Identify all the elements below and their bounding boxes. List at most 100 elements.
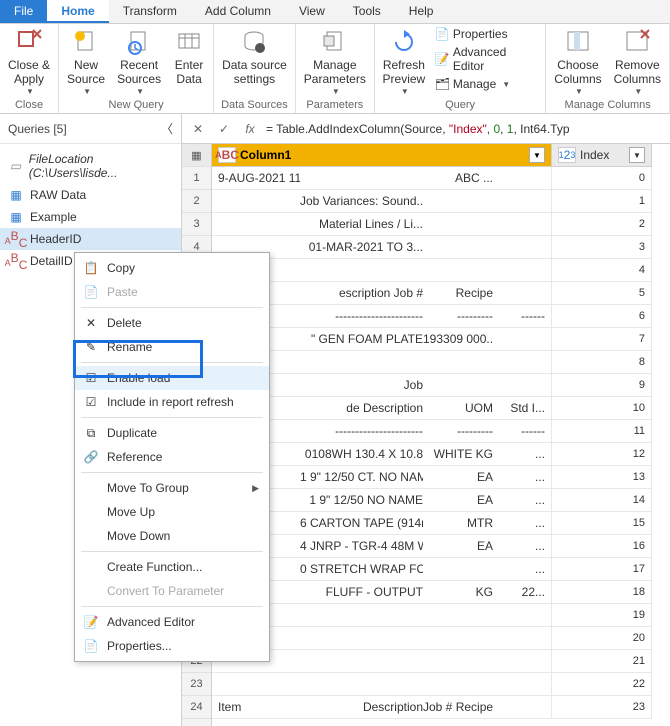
tab-file[interactable]: File (0, 0, 47, 23)
cell-index[interactable]: 4 (552, 259, 652, 282)
cell-index[interactable]: 6 (552, 305, 652, 328)
cell-column1[interactable]: ItemDescriptionJob # Recipe (212, 696, 552, 719)
cell-index[interactable]: 12 (552, 443, 652, 466)
tab-help[interactable]: Help (395, 0, 448, 23)
table-row[interactable]: 4 JNRP - TGR-4 48M WHITEEA...16 (212, 535, 670, 558)
ctx-move-down[interactable]: Move Down (75, 524, 269, 548)
accept-formula-button[interactable]: ✓ (214, 119, 234, 139)
cell-index[interactable]: 13 (552, 466, 652, 489)
fx-button[interactable]: fx (240, 119, 260, 139)
remove-columns-button[interactable]: Remove Columns▼ (610, 26, 665, 98)
row-number[interactable]: 2 (182, 190, 211, 213)
tab-transform[interactable]: Transform (109, 0, 191, 23)
column-header-column1[interactable]: ABC Column1 ▼ (212, 144, 552, 167)
ctx-include-refresh[interactable]: ☑Include in report refresh (75, 390, 269, 414)
properties-button[interactable]: 📄Properties (433, 26, 541, 42)
table-row[interactable]: ItemDescriptionJob # Recipe23 (212, 696, 670, 719)
table-row[interactable]: 0 STRETCH WRAP FOR AUTOMATI...17 (212, 558, 670, 581)
table-row[interactable]: escription Job #Recipe5 (212, 282, 670, 305)
cell-column1[interactable] (212, 673, 552, 696)
ctx-enable-load[interactable]: ☑Enable load (75, 366, 269, 390)
table-row[interactable]: Job Variances: Sound...1 (212, 190, 670, 213)
ctx-create-function[interactable]: Create Function... (75, 555, 269, 579)
query-item-1[interactable]: ▦RAW Data (0, 184, 181, 206)
tab-view[interactable]: View (285, 0, 339, 23)
new-source-button[interactable]: New Source▼ (63, 26, 109, 98)
collapse-icon[interactable]: 〈 (161, 120, 173, 137)
query-item-3[interactable]: ABCHeaderID (0, 228, 181, 250)
cell-index[interactable]: 18 (552, 581, 652, 604)
ctx-reference[interactable]: 🔗Reference (75, 445, 269, 469)
cell-index[interactable]: 0 (552, 167, 652, 190)
cell-index[interactable]: 20 (552, 627, 652, 650)
table-row[interactable]: 4 (212, 259, 670, 282)
formula-input[interactable]: = Table.AddIndexColumn(Source, "Index", … (266, 122, 664, 136)
cell-index[interactable]: 11 (552, 420, 652, 443)
enter-data-button[interactable]: Enter Data (169, 26, 209, 89)
cell-index[interactable]: 8 (552, 351, 652, 374)
data-source-settings-button[interactable]: Data source settings (218, 26, 291, 89)
ctx-move-up[interactable]: Move Up (75, 500, 269, 524)
advanced-editor-button[interactable]: 📝Advanced Editor (433, 44, 541, 74)
column-header-index[interactable]: 123 Index ▼ (552, 144, 652, 167)
refresh-preview-button[interactable]: Refresh Preview▼ (379, 26, 429, 98)
cell-index[interactable]: 10 (552, 397, 652, 420)
table-row[interactable]: de DescriptionUOMStd I...10 (212, 397, 670, 420)
table-row[interactable]: 01-MAR-2021 TO 3...3 (212, 236, 670, 259)
row-number[interactable]: 23 (182, 673, 211, 696)
ctx-rename[interactable]: ✎Rename (75, 335, 269, 359)
tab-home[interactable]: Home (47, 0, 108, 23)
cell-index[interactable]: 14 (552, 489, 652, 512)
ctx-delete[interactable]: ✕Delete (75, 311, 269, 335)
cell-index[interactable]: 16 (552, 535, 652, 558)
table-row[interactable]: 1 9" 12/50 CT. NO NAMEEA...13 (212, 466, 670, 489)
table-row[interactable]: FLUFF - OUTPUTKG22...18 (212, 581, 670, 604)
table-row[interactable]: Job9 (212, 374, 670, 397)
query-item-2[interactable]: ▦Example (0, 206, 181, 228)
filter-dropdown-icon[interactable]: ▼ (529, 147, 545, 163)
cell-index[interactable]: 21 (552, 650, 652, 673)
cell-index[interactable]: 17 (552, 558, 652, 581)
choose-columns-button[interactable]: Choose Columns▼ (550, 26, 605, 98)
cell-column1[interactable]: Material Lines / Li... (212, 213, 552, 236)
table-row[interactable]: 20 (212, 627, 670, 650)
ctx-copy[interactable]: 📋Copy (75, 256, 269, 280)
table-row[interactable]: 21 (212, 650, 670, 673)
manage-parameters-button[interactable]: Manage Parameters▼ (300, 26, 370, 98)
table-row[interactable]: -------------------------------------11 (212, 420, 670, 443)
table-row[interactable]: 1 9" 12/50 NO NAMEEA...14 (212, 489, 670, 512)
ctx-properties[interactable]: 📄Properties... (75, 634, 269, 658)
table-corner[interactable]: ▦ (182, 144, 211, 167)
cell-index[interactable]: 3 (552, 236, 652, 259)
table-row[interactable]: 9-AUG-2021 11:59ABC ...0 (212, 167, 670, 190)
row-number[interactable]: 24 (182, 696, 211, 719)
cell-index[interactable]: 5 (552, 282, 652, 305)
ctx-move-to-group[interactable]: Move To Group▶ (75, 476, 269, 500)
filter-dropdown-icon[interactable]: ▼ (629, 147, 645, 163)
table-row[interactable]: -------------------------------------6 (212, 305, 670, 328)
cell-column1[interactable]: Job Variances: Sound... (212, 190, 552, 213)
recent-sources-button[interactable]: Recent Sources▼ (113, 26, 165, 98)
type-text-icon[interactable]: ABC (218, 147, 236, 163)
cell-index[interactable]: 15 (552, 512, 652, 535)
table-row[interactable]: Material Lines / Li...2 (212, 213, 670, 236)
cell-index[interactable]: 7 (552, 328, 652, 351)
ctx-advanced-editor[interactable]: 📝Advanced Editor (75, 610, 269, 634)
table-row[interactable]: 6 CARTON TAPE (914m)MTR...15 (212, 512, 670, 535)
cell-index[interactable]: 2 (552, 213, 652, 236)
close-apply-button[interactable]: Close & Apply▼ (4, 26, 54, 98)
tab-add-column[interactable]: Add Column (191, 0, 285, 23)
row-number[interactable]: 1 (182, 167, 211, 190)
cell-index[interactable]: 19 (552, 604, 652, 627)
ctx-duplicate[interactable]: ⧉Duplicate (75, 421, 269, 445)
table-row[interactable]: 19 (212, 604, 670, 627)
table-row[interactable]: " GEN FOAM PLATE193309 000...7 (212, 328, 670, 351)
cell-index[interactable]: 9 (552, 374, 652, 397)
table-row[interactable]: 8 (212, 351, 670, 374)
manage-button[interactable]: 🗂Manage▼ (433, 76, 541, 92)
cell-index[interactable]: 23 (552, 696, 652, 719)
table-row[interactable]: 0108WH 130.4 X 10.8WHITE KG...12 (212, 443, 670, 466)
row-number[interactable]: 3 (182, 213, 211, 236)
cell-index[interactable]: 22 (552, 673, 652, 696)
cancel-formula-button[interactable]: ✕ (188, 119, 208, 139)
